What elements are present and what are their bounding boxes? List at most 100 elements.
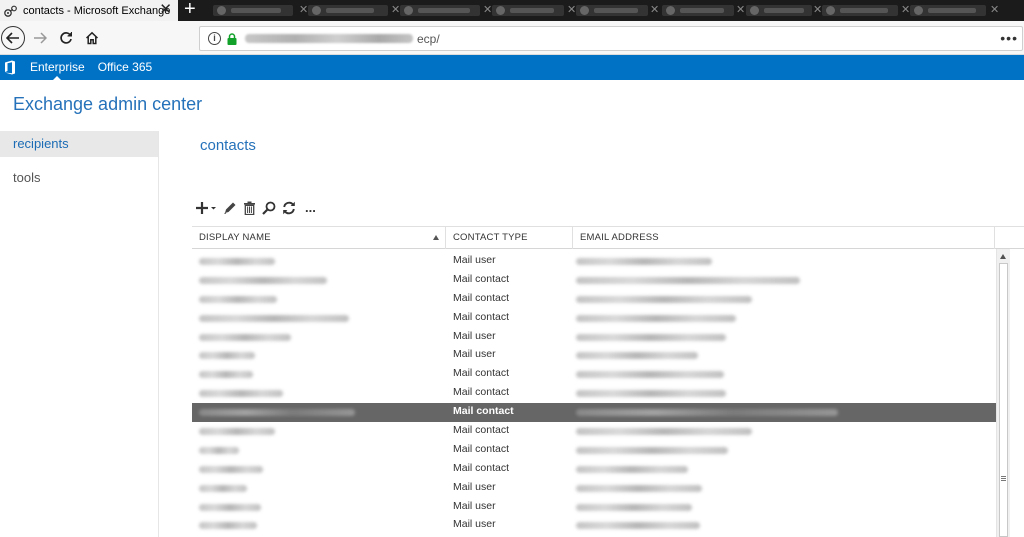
tab-close-icon[interactable]: ✕ [990,4,999,16]
contacts-grid: Mail user Mail contact Mail contact Mail… [192,252,996,537]
table-row[interactable]: Mail user [192,252,996,271]
exchange-tab-icon [4,5,17,17]
browser-tab[interactable] [662,5,734,16]
column-header-contact-type[interactable]: CONTACT TYPE [446,227,573,249]
table-row[interactable]: Mail contact [192,460,996,479]
contact-type-cell: Mail user [453,348,496,361]
sort-ascending-icon [433,235,439,240]
browser-tab[interactable] [576,5,648,16]
tab-close-icon[interactable]: ✕ [567,4,576,16]
table-row[interactable]: Mail user [192,516,996,535]
table-row[interactable]: Mail contact [192,384,996,403]
toolbar: ... [195,199,322,217]
add-icon [196,202,216,214]
scrollbar-thumb[interactable] [999,263,1008,537]
table-row[interactable]: Mail contact [192,441,996,460]
url-path: ecp/ [417,31,440,46]
table-row[interactable]: Mail contact [192,271,996,290]
browser-tab-active[interactable]: contacts - Microsoft Exchange ✕ [0,0,178,21]
column-header-display-name[interactable]: DISPLAY NAME [192,227,446,249]
forward-button[interactable] [29,27,51,49]
table-row[interactable]: Mail user [192,346,996,365]
browser-tab[interactable] [910,5,986,16]
delete-button[interactable] [243,199,256,217]
display-name-redacted [199,258,275,265]
tab-close-icon[interactable]: ✕ [159,1,172,19]
table-row-selected[interactable]: Mail contact [192,403,996,423]
display-name-redacted [199,522,257,530]
tab-close-icon[interactable]: ✕ [299,4,308,16]
tab-close-icon[interactable]: ✕ [736,4,745,16]
office-logo-icon [5,60,15,75]
table-row[interactable]: Mail user [192,498,996,517]
email-redacted [576,484,702,492]
browser-tab[interactable] [746,5,812,16]
edit-icon [224,202,236,214]
nav-item-tools[interactable]: tools [0,165,158,191]
delete-icon [244,201,255,215]
contact-type-cell: Mail user [453,329,496,342]
contact-type-cell: Mail contact [453,461,510,474]
table-row[interactable]: Mail contact [192,309,996,328]
tab-close-icon[interactable]: ✕ [813,4,822,16]
contact-type-cell: Mail contact [453,424,510,437]
browser-tab[interactable] [308,5,388,16]
suite-tab-enterprise[interactable]: Enterprise [30,55,85,80]
back-button[interactable] [1,26,25,50]
more-icon[interactable]: ••• [1000,30,1018,46]
reload-button[interactable] [55,27,77,49]
tab-close-icon[interactable]: ✕ [483,4,492,16]
scroll-up-arrow-icon[interactable] [1000,254,1006,259]
email-redacted [576,352,698,360]
grid-scrollbar[interactable] [996,249,1010,537]
nav-item-recipients[interactable]: recipients [0,131,158,157]
browser-tab[interactable] [822,5,898,16]
display-name-redacted [199,352,255,360]
contact-type-cell: Mail user [453,499,496,512]
tab-close-icon[interactable]: ✕ [391,4,400,16]
display-name-redacted [199,295,277,303]
display-name-redacted [199,428,275,436]
arrow-left-icon [6,32,19,44]
refresh-button[interactable] [282,199,296,217]
email-redacted [576,465,688,473]
app-title: Exchange admin center [13,94,203,114]
edit-button[interactable] [223,199,237,217]
table-row[interactable]: Mail user [192,328,996,347]
tab-close-icon[interactable]: ✕ [901,4,910,16]
column-header-email-address[interactable]: EMAIL ADDRESS [573,227,995,249]
tab-close-icon[interactable]: ✕ [650,4,659,16]
contact-type-cell: Mail contact [453,405,514,418]
display-name-redacted [199,333,291,341]
contact-type-cell: Mail contact [453,367,510,380]
left-nav: recipients tools [0,131,159,537]
address-bar[interactable]: i ecp/ ••• [199,26,1023,51]
display-name-redacted [199,446,239,454]
home-button[interactable] [81,27,103,49]
suite-tab-office365[interactable]: Office 365 [98,55,152,80]
email-redacted [576,446,728,454]
info-icon[interactable]: i [208,32,221,45]
lock-icon [227,32,237,45]
add-button[interactable] [195,199,217,217]
display-name-redacted [199,503,261,511]
email-redacted [576,522,700,530]
email-redacted [576,409,838,417]
more-button[interactable]: ... [302,199,316,217]
search-button[interactable] [262,199,276,217]
contact-type-cell: Mail contact [453,386,510,399]
browser-tab[interactable] [400,5,480,16]
browser-tab[interactable] [213,5,293,16]
table-row[interactable]: Mail contact [192,422,996,441]
table-row[interactable]: Mail contact [192,290,996,309]
contact-type-cell: Mail contact [453,291,510,304]
browser-navbar: i ecp/ ••• [0,21,1024,55]
email-redacted [576,295,752,303]
contact-type-cell: Mail user [453,480,496,493]
browser-tab[interactable] [492,5,564,16]
contact-type-cell: Mail contact [453,272,510,285]
table-row[interactable]: Mail contact [192,365,996,384]
new-tab-icon[interactable]: + [184,0,196,20]
table-row[interactable]: Mail user [192,479,996,498]
contact-type-cell: Mail user [453,518,496,531]
